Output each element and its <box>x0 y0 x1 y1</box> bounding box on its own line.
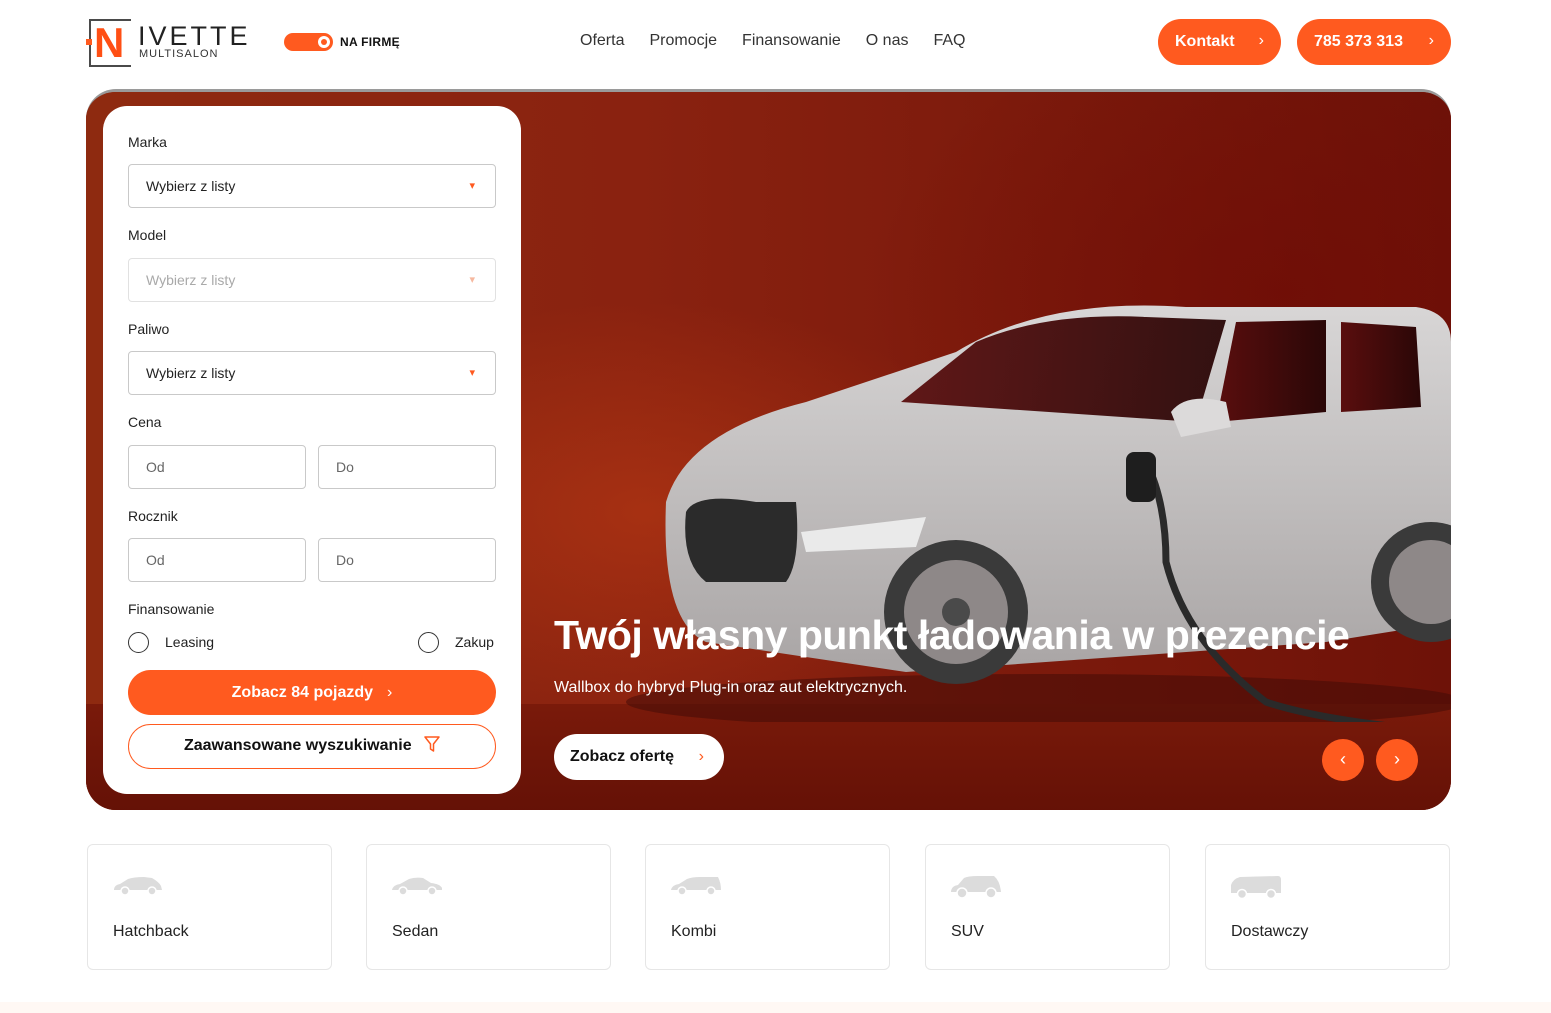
footer-strip <box>0 1002 1551 1013</box>
logo-dot <box>86 39 92 45</box>
model-select[interactable]: Wybierz z listy ▾ <box>128 258 496 302</box>
nav-item-oferta[interactable]: Oferta <box>580 31 624 51</box>
fuel-select-value: Wybierz z listy <box>146 365 236 381</box>
phone-button[interactable]: 785 373 313 › <box>1297 19 1451 65</box>
leasing-radio-label: Leasing <box>165 634 215 650</box>
purchase-radio[interactable] <box>418 632 439 653</box>
price-to-input[interactable] <box>318 445 496 489</box>
price-label: Cena <box>128 414 162 430</box>
phone-button-label: 785 373 313 <box>1314 33 1403 50</box>
price-from-input[interactable] <box>128 445 306 489</box>
year-from-input[interactable] <box>128 538 306 582</box>
chevron-right-icon: › <box>698 748 704 765</box>
site-header: N IVETTE MULTISALON NA FIRMĘ Oferta Prom… <box>0 0 1551 86</box>
advanced-search-button[interactable]: Zaawansowane wyszukiwanie <box>128 724 496 769</box>
chevron-right-icon: › <box>1258 32 1264 49</box>
chevron-left-icon: ‹ <box>1340 749 1346 769</box>
show-vehicles-label: Zobacz 84 pojazdy <box>231 684 374 701</box>
contact-button-label: Kontakt <box>1175 33 1235 50</box>
body-type-list: Hatchback Sedan Kombi SUV Dostawczy <box>87 844 1451 970</box>
van-icon <box>1231 876 1281 899</box>
show-vehicles-button[interactable]: Zobacz 84 pojazdy › <box>128 670 496 715</box>
chevron-down-icon: ▾ <box>469 274 475 286</box>
slider-next-button[interactable]: › <box>1376 739 1418 781</box>
body-type-suv[interactable]: SUV <box>925 844 1170 970</box>
see-offer-label: Zobacz ofertę <box>570 748 675 765</box>
body-type-label: Kombi <box>671 923 717 940</box>
logo[interactable]: N IVETTE MULTISALON <box>86 17 256 69</box>
hero-subtitle: Wallbox do hybryd Plug-in oraz aut elekt… <box>554 679 908 696</box>
logo-word: IVETTE <box>138 21 251 51</box>
nav-item-promocje[interactable]: Promocje <box>649 31 717 51</box>
model-label: Model <box>128 227 167 243</box>
chevron-right-icon: › <box>1428 32 1434 49</box>
fuel-label: Paliwo <box>128 321 170 337</box>
body-type-label: Sedan <box>392 923 439 940</box>
body-type-dostawczy[interactable]: Dostawczy <box>1205 844 1450 970</box>
body-type-sedan[interactable]: Sedan <box>366 844 611 970</box>
contact-button[interactable]: Kontakt › <box>1158 19 1281 65</box>
brand-select-value: Wybierz z listy <box>146 178 236 194</box>
brand-select[interactable]: Wybierz z listy ▾ <box>128 164 496 208</box>
body-type-label: Hatchback <box>113 923 189 940</box>
body-type-label: Dostawczy <box>1231 923 1309 940</box>
chevron-right-icon: › <box>1394 749 1400 769</box>
business-toggle[interactable] <box>284 33 333 51</box>
year-to-input[interactable] <box>318 538 496 582</box>
filter-icon <box>424 736 440 752</box>
leasing-radio[interactable] <box>128 632 149 653</box>
advanced-search-label: Zaawansowane wyszukiwanie <box>183 737 412 754</box>
suv-icon <box>951 876 1001 899</box>
logo-letter: N <box>94 19 125 66</box>
brand-label: Marka <box>128 134 167 150</box>
purchase-radio-label: Zakup <box>455 634 494 650</box>
kombi-icon <box>671 877 721 896</box>
chevron-right-icon: › <box>387 684 393 701</box>
model-select-value: Wybierz z listy <box>146 272 236 288</box>
body-type-hatchback[interactable]: Hatchback <box>87 844 332 970</box>
chevron-down-icon: ▾ <box>469 367 475 379</box>
financing-label: Finansowanie <box>128 601 215 617</box>
body-type-label: SUV <box>951 923 984 940</box>
hatchback-icon <box>114 877 162 896</box>
nav-item-o-nas[interactable]: O nas <box>866 31 909 51</box>
nav-item-finansowanie[interactable]: Finansowanie <box>742 31 841 51</box>
nav-item-faq[interactable]: FAQ <box>933 31 965 51</box>
business-toggle-label: NA FIRMĘ <box>340 35 400 49</box>
slider-prev-button[interactable]: ‹ <box>1322 739 1364 781</box>
search-panel: Marka Wybierz z listy ▾ Model Wybierz z … <box>103 106 521 794</box>
logo-subtitle: MULTISALON <box>139 48 219 60</box>
hero-title: Twój własny punkt ładowania w prezencie <box>554 612 1350 658</box>
toggle-knob <box>318 36 330 48</box>
sedan-icon <box>392 877 442 896</box>
fuel-select[interactable]: Wybierz z listy ▾ <box>128 351 496 395</box>
body-type-kombi[interactable]: Kombi <box>645 844 890 970</box>
chevron-down-icon: ▾ <box>469 180 475 192</box>
see-offer-button[interactable]: Zobacz ofertę › <box>554 734 724 780</box>
year-label: Rocznik <box>128 508 178 524</box>
main-nav: Oferta Promocje Finansowanie O nas FAQ <box>580 31 990 51</box>
